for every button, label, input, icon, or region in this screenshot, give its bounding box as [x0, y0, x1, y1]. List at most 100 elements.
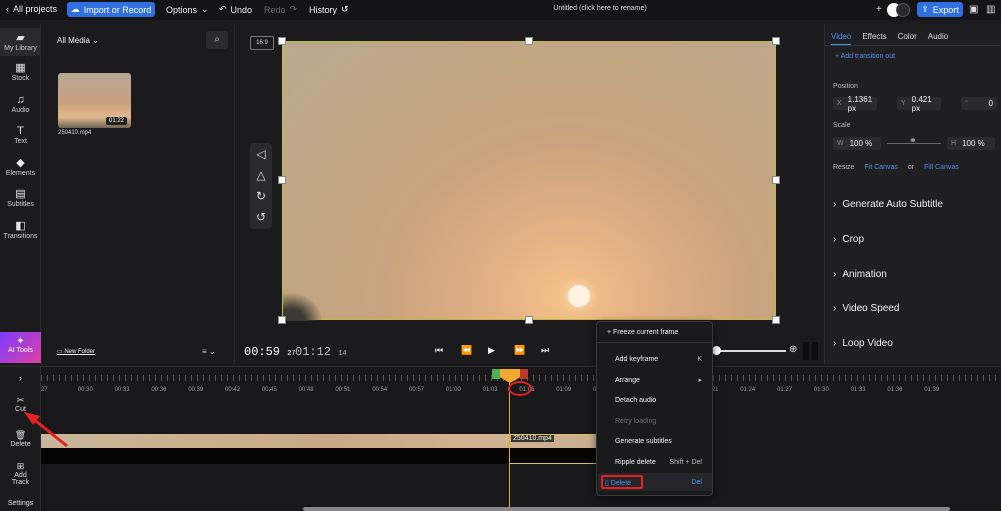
- nav-elements[interactable]: ◆ Elements: [0, 157, 41, 177]
- expand-timeline-button[interactable]: ›: [0, 373, 41, 384]
- accordion-video-speed[interactable]: › Video Speed: [833, 303, 899, 314]
- nav-transitions[interactable]: ◧ Transitions: [0, 220, 41, 240]
- flip-vertical-icon[interactable]: ◁: [250, 144, 272, 164]
- import-or-record-button[interactable]: ☁ Import or Record: [67, 2, 155, 17]
- media-thumbnail[interactable]: 01:22: [58, 73, 131, 128]
- rotation-field[interactable]: ° 0: [961, 97, 997, 110]
- nav-label: My Library: [4, 45, 37, 52]
- options-menu[interactable]: Options ⌄: [166, 4, 209, 15]
- music-icon: ♫: [16, 94, 25, 106]
- chat-icon[interactable]: ▣: [969, 4, 978, 15]
- skip-start-icon[interactable]: ⏮: [435, 345, 443, 356]
- ruler-tick-label: 01:09: [556, 387, 572, 393]
- accordion-label: Crop: [842, 234, 865, 245]
- nav-subtitles[interactable]: ▤ Subtitles: [0, 188, 41, 208]
- redo-button[interactable]: Redo ↷: [264, 4, 297, 15]
- search-button[interactable]: ⌕: [206, 31, 228, 49]
- resize-handle-tr[interactable]: [772, 37, 780, 45]
- accordion-loop-video[interactable]: › Loop Video: [833, 338, 893, 349]
- nav-my-library[interactable]: ▰ My Library: [0, 28, 41, 56]
- position-x-field[interactable]: X 1.1361 px: [833, 94, 877, 113]
- menu-item-generate-subtitles[interactable]: Generate subtitles: [615, 438, 672, 445]
- nav-audio[interactable]: ♫ Audio: [0, 94, 41, 114]
- resize-handle-t[interactable]: [525, 37, 533, 45]
- skip-end-icon[interactable]: ⏭: [541, 345, 549, 356]
- cut-button[interactable]: ✂ Cut: [0, 395, 41, 413]
- arrow-right-icon: ▸: [698, 377, 702, 384]
- delete-button[interactable]: 🗑 Delete: [0, 430, 41, 448]
- left-nav: ▰ My Library ▦ Stock ♫ Audio T Text ◆ El…: [0, 24, 41, 364]
- menu-item-retry-loading[interactable]: Retry loading: [615, 418, 656, 425]
- add-icon[interactable]: +: [876, 4, 882, 15]
- zoom-slider[interactable]: [716, 350, 786, 352]
- tab-audio[interactable]: Audio: [928, 32, 948, 45]
- position-y-field[interactable]: Y 0.421 px: [897, 95, 941, 113]
- ruler-tick-label: 01:00: [445, 387, 461, 393]
- link-icon[interactable]: ⚭: [909, 135, 917, 146]
- media-name: 250410.mp4: [58, 130, 92, 136]
- undo-button[interactable]: ↶ Undo: [219, 4, 252, 15]
- menu-item-add-keyframe[interactable]: Add keyframe: [615, 356, 658, 363]
- scale-width-field[interactable]: W 100 %: [833, 137, 881, 150]
- aspect-ratio-button[interactable]: 16:9: [250, 36, 274, 50]
- new-folder-button[interactable]: ▭ New Folder: [57, 348, 95, 355]
- timeline-scrollbar[interactable]: [303, 507, 950, 511]
- x-value: 1.1361 px: [847, 94, 873, 113]
- accordion-crop[interactable]: › Crop: [833, 234, 864, 245]
- zoom-in-icon[interactable]: ⊕: [789, 344, 797, 355]
- accordion-auto-subtitle[interactable]: › Generate Auto Subtitle: [833, 199, 943, 210]
- rotate-left-icon[interactable]: ↺: [250, 207, 272, 227]
- fast-forward-icon[interactable]: ⏩: [514, 345, 525, 356]
- playhead-line[interactable]: [509, 377, 510, 511]
- rotate-right-icon[interactable]: ↻: [250, 186, 272, 206]
- zoom-slider-handle[interactable]: [712, 346, 721, 355]
- accordion-label: Loop Video: [842, 338, 893, 349]
- nav-stock[interactable]: ▦ Stock: [0, 62, 41, 82]
- fill-canvas-link[interactable]: Fill Canvas: [924, 164, 959, 171]
- menu-item-arrange[interactable]: Arrange: [615, 377, 640, 384]
- play-icon[interactable]: ▶: [488, 345, 495, 356]
- avatar-secondary[interactable]: [896, 3, 910, 17]
- resize-handle-l[interactable]: [278, 176, 286, 184]
- ruler-tick-label: 01:30: [813, 387, 829, 393]
- resize-handle-b[interactable]: [525, 316, 533, 324]
- shapes-icon: ◆: [16, 157, 25, 169]
- ai-tools-button[interactable]: ✦ AI Tools: [0, 332, 41, 363]
- sort-button[interactable]: ≡ ⌄: [202, 347, 216, 356]
- rewind-icon[interactable]: ⏪: [461, 345, 472, 356]
- flip-horizontal-icon[interactable]: △: [250, 165, 272, 185]
- menu-label: Freeze current frame: [613, 329, 679, 336]
- history-button[interactable]: History ↺: [309, 4, 349, 15]
- resize-handle-r[interactable]: [772, 176, 780, 184]
- layout-icon[interactable]: ▥: [986, 4, 995, 15]
- pause-icon[interactable]: [803, 342, 821, 360]
- tab-color[interactable]: Color: [898, 32, 917, 45]
- w-key: W: [837, 140, 844, 147]
- accordion-animation[interactable]: › Animation: [833, 269, 887, 280]
- all-projects-button[interactable]: ‹ All projects: [6, 4, 57, 14]
- resize-handle-bl[interactable]: [278, 316, 286, 324]
- tab-effects[interactable]: Effects: [862, 32, 886, 45]
- scale-height-field[interactable]: H 100 %: [947, 137, 995, 150]
- ruler-tick-label: 00:45: [261, 387, 277, 393]
- project-title[interactable]: Untitled (click here to rename): [530, 5, 670, 12]
- fit-canvas-link[interactable]: Fit Canvas: [864, 164, 897, 171]
- export-button[interactable]: ⇪ Export: [917, 2, 963, 17]
- add-transition-link[interactable]: + Add transition out: [835, 53, 895, 60]
- import-label: Import or Record: [83, 4, 152, 15]
- menu-item-freeze-frame[interactable]: + Freeze current frame: [607, 329, 678, 336]
- video-canvas[interactable]: [282, 41, 776, 321]
- chevron-down-icon: ⌄: [92, 36, 99, 45]
- media-filter-dropdown[interactable]: All Media ⌄: [57, 36, 99, 45]
- nav-text[interactable]: T Text: [0, 125, 41, 145]
- resize-handle-tl[interactable]: [278, 37, 286, 45]
- menu-item-ripple-delete[interactable]: Ripple delete: [615, 459, 656, 466]
- add-track-button[interactable]: ⊞ Add Track: [0, 461, 41, 486]
- tab-video[interactable]: Video: [831, 32, 852, 45]
- resize-handle-br[interactable]: [772, 316, 780, 324]
- settings-button[interactable]: Settings: [0, 500, 41, 507]
- ruler-tick-label: 00:39: [188, 387, 204, 393]
- scissors-icon: ✂: [16, 395, 25, 405]
- menu-item-detach-audio[interactable]: Detach audio: [615, 397, 656, 404]
- undo-label: Undo: [230, 4, 253, 15]
